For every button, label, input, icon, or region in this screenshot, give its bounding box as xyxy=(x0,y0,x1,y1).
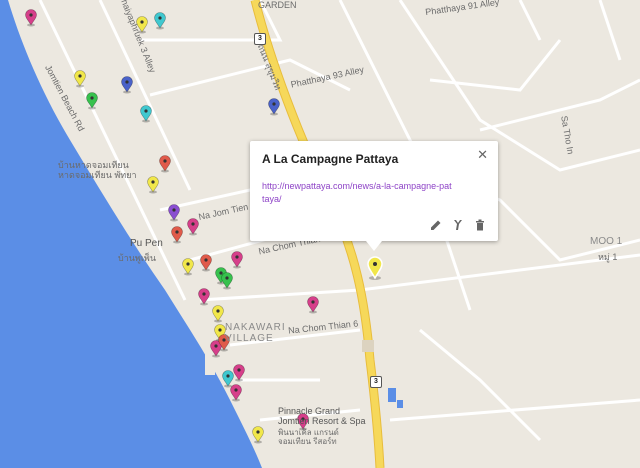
info-window: A La Campagne Pattaya ✕ http://newpattay… xyxy=(250,141,498,251)
style-icon[interactable] xyxy=(452,219,464,231)
pinnacle-thai-label: พินนาเคิล แกรนด์ จอมเทียน รีสอร์ท xyxy=(278,428,339,446)
moo1-label: MOO 1 xyxy=(590,236,623,247)
pond xyxy=(388,388,396,402)
jomtien-thai-label: บ้านหาดจอมเทียน หาดจอมเทียน พัทยา xyxy=(58,160,137,180)
pond-2 xyxy=(397,400,403,408)
info-window-title: A La Campagne Pattaya xyxy=(262,152,399,166)
info-window-link[interactable]: http://newpattaya.com/news/a-la-campagne… xyxy=(262,180,452,206)
building-block xyxy=(362,340,374,352)
moo1-thai-label: หมู่ 1 xyxy=(598,252,618,262)
road-shield-3-south: 3 xyxy=(370,376,382,388)
pu-pen-label: Pu Pen xyxy=(130,238,163,249)
info-window-tools xyxy=(430,219,486,231)
pinnacle-label: Pinnacle Grand Jomtien Resort & Spa xyxy=(278,406,366,426)
edit-icon[interactable] xyxy=(430,219,442,231)
pu-pen-thai-label: บ้านพูเพ็น xyxy=(118,253,157,263)
delete-icon[interactable] xyxy=(474,219,486,231)
close-icon[interactable]: ✕ xyxy=(477,147,488,163)
nakawari-village-label: NAKAWARI VILLAGE xyxy=(225,322,286,344)
garden-label: GARDEN xyxy=(258,0,297,10)
